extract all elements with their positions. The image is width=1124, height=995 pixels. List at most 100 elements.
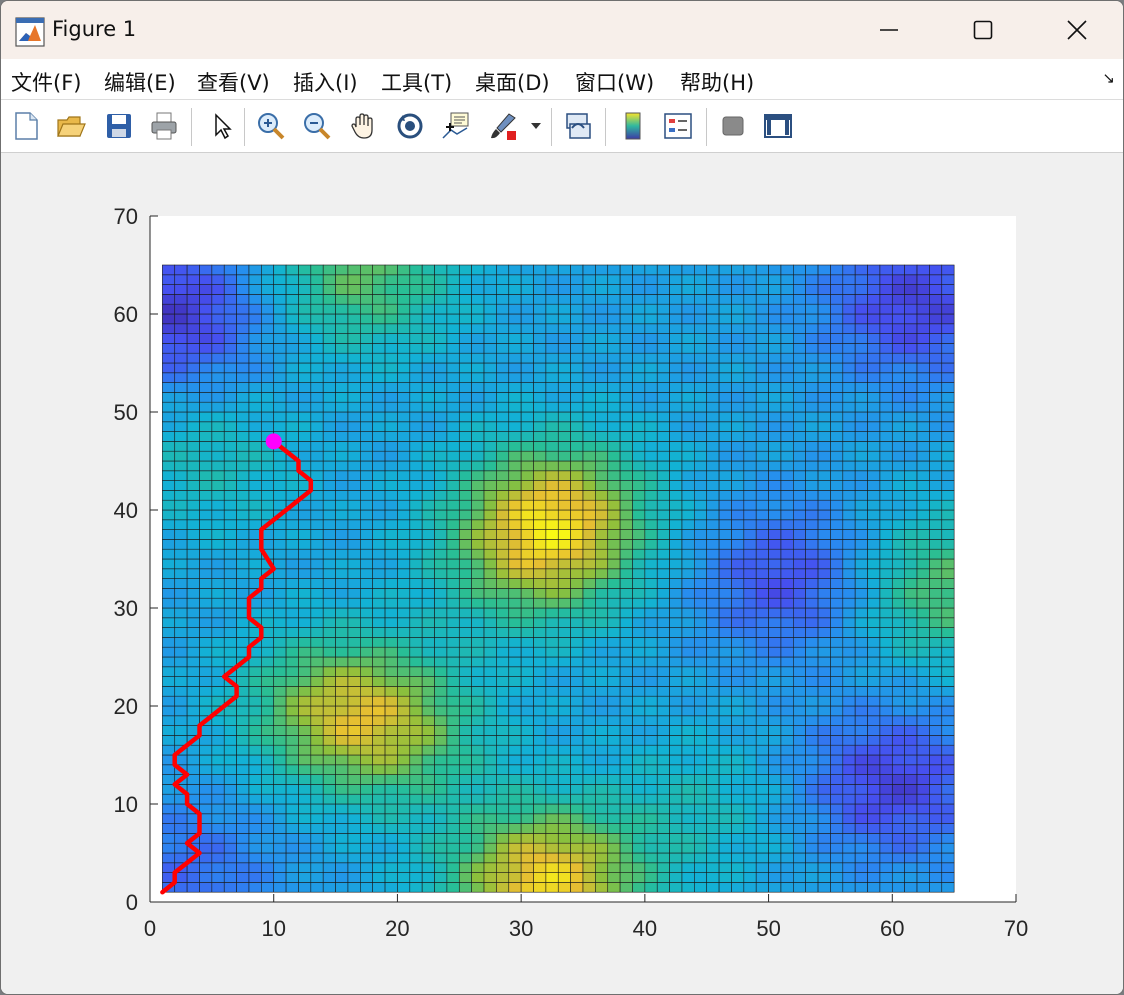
print-button[interactable] <box>144 106 184 146</box>
surface-cell <box>817 617 831 628</box>
dock-arrow-icon[interactable]: ↘ <box>1102 69 1115 87</box>
pan-button[interactable] <box>344 106 384 146</box>
surface-cell <box>261 852 275 864</box>
surface-cell <box>236 480 250 491</box>
surface-cell <box>879 401 893 413</box>
surface-cell <box>854 568 868 579</box>
surface-cell <box>669 284 683 295</box>
surface-cell <box>929 646 943 658</box>
surface-cell <box>347 588 361 599</box>
surface-cell <box>186 470 200 481</box>
surface-cell <box>941 421 955 432</box>
surface-cell <box>669 470 683 481</box>
surface-cell <box>743 803 757 815</box>
show-plot-tools-button[interactable] <box>758 106 798 146</box>
surface-cell <box>273 539 287 550</box>
menu-window[interactable]: 窗口(W) <box>575 67 654 97</box>
surface-cell <box>446 627 460 638</box>
surface-cell <box>322 362 336 374</box>
surface-cell <box>533 872 547 883</box>
surface-cell <box>916 862 930 873</box>
menu-help[interactable]: 帮助(H) <box>680 67 754 97</box>
surface-cell <box>706 450 720 462</box>
surface-cell <box>582 362 596 374</box>
surface-cell <box>867 705 881 717</box>
hide-plot-tools-button[interactable] <box>713 106 753 146</box>
minimize-button[interactable] <box>849 7 929 53</box>
surface-cell <box>421 666 435 677</box>
surface-cell <box>261 597 275 609</box>
surface-cell <box>248 460 262 472</box>
surface-cell <box>706 666 720 677</box>
surface-cell <box>434 862 448 873</box>
surface-cell <box>298 676 312 687</box>
surface-cell <box>397 490 411 501</box>
surface-cell <box>322 666 336 677</box>
surface-cell <box>261 470 275 481</box>
surface-cell <box>372 823 386 834</box>
surface-cell <box>644 715 658 726</box>
insert-legend-button[interactable] <box>658 106 698 146</box>
surface-cell <box>223 480 237 491</box>
surface-cell <box>211 303 225 315</box>
surface-cell <box>446 637 460 648</box>
surface-cell <box>162 735 176 746</box>
surface-cell <box>434 607 448 619</box>
surface-cell <box>533 637 547 648</box>
menu-file[interactable]: 文件(F) <box>11 67 81 97</box>
surface-cell <box>211 852 225 864</box>
surface-cell <box>545 833 559 844</box>
surface-cell <box>694 744 708 756</box>
surface-cell <box>248 852 262 864</box>
save-button[interactable] <box>99 106 139 146</box>
surface-cell <box>162 460 176 472</box>
zoom-in-button[interactable] <box>251 106 291 146</box>
surface-cell <box>669 352 683 364</box>
surface-cell <box>891 578 905 589</box>
surface-cell <box>273 793 287 805</box>
maximize-button[interactable] <box>943 7 1023 53</box>
surface-cell <box>458 695 472 707</box>
zoom-out-icon <box>304 113 331 140</box>
new-figure-button[interactable] <box>6 106 46 146</box>
close-button[interactable] <box>1037 7 1117 53</box>
chart-svg[interactable]: 0 10 20 30 40 50 60 70010203040506070 <box>1 153 1123 994</box>
zoom-out-button[interactable] <box>297 106 337 146</box>
menu-edit[interactable]: 编辑(E) <box>104 67 176 97</box>
insert-colorbar-button[interactable] <box>613 106 653 146</box>
menu-tools[interactable]: 工具(T) <box>381 67 452 97</box>
link-plot-button[interactable] <box>558 106 598 146</box>
brush-button[interactable] <box>483 106 523 146</box>
surface-cell <box>916 637 930 648</box>
open-file-button[interactable] <box>51 106 91 146</box>
surface-cell <box>854 686 868 697</box>
surface-cell <box>916 588 930 599</box>
surface-cell <box>483 862 497 873</box>
surface-cell <box>731 382 745 393</box>
rotate-3d-button[interactable] <box>390 106 430 146</box>
surface-cell <box>533 509 547 521</box>
surface-cell <box>347 686 361 697</box>
edit-plot-button[interactable] <box>201 106 241 146</box>
surface-cell <box>471 480 485 491</box>
surface-cell <box>223 627 237 638</box>
surface-cell <box>632 823 646 834</box>
menu-view[interactable]: 查看(V) <box>197 67 270 97</box>
surface-cell <box>916 803 930 815</box>
surface-cell <box>632 627 646 638</box>
surface-cell <box>174 421 188 432</box>
surface-cell <box>335 862 349 873</box>
surface-cell <box>656 470 670 481</box>
data-cursor-button[interactable] <box>435 106 475 146</box>
surface-cell <box>174 833 188 844</box>
menu-insert[interactable]: 插入(I) <box>293 67 358 97</box>
surface-cell <box>211 264 225 276</box>
brush-dropdown-button[interactable] <box>526 106 546 146</box>
surface-cell <box>669 509 683 521</box>
surface-cell <box>310 264 324 276</box>
surface-cell <box>656 568 670 579</box>
surface-cell <box>644 793 658 805</box>
menu-desktop[interactable]: 桌面(D) <box>475 67 550 97</box>
surface-cell <box>409 705 423 717</box>
surface-cell <box>793 529 806 540</box>
